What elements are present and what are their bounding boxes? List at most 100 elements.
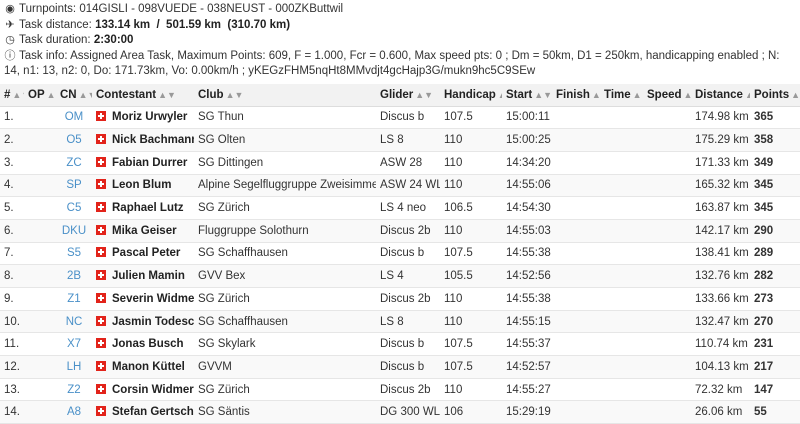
contestant-name-text[interactable]: Manon Küttel <box>112 361 185 373</box>
col-header-points[interactable]: Points▲▼ <box>750 84 800 107</box>
competition-number-link[interactable]: SP <box>56 174 92 197</box>
contestant-name[interactable]: Severin Widmer <box>92 288 194 311</box>
contestant-name[interactable]: Pascal Peter <box>92 242 194 265</box>
rank-cell: 10. <box>0 310 24 333</box>
contestant-name[interactable]: Nick Bachmann <box>92 129 194 152</box>
swiss-flag-icon <box>96 111 106 121</box>
start-time-cell: 14:55:15 <box>502 310 552 333</box>
rank-cell: 11. <box>0 333 24 356</box>
competition-number-link[interactable]: Z1 <box>56 288 92 311</box>
finish-time-cell <box>552 265 600 288</box>
table-row[interactable]: 4.SPLeon BlumAlpine Segelfluggruppe Zwei… <box>0 174 800 197</box>
finish-time-cell <box>552 106 600 129</box>
contestant-name-text[interactable]: Julien Mamin <box>112 270 185 282</box>
competition-number-link[interactable]: S5 <box>56 242 92 265</box>
glider-cell: Discus 2b <box>376 288 440 311</box>
table-row[interactable]: 5.C5Raphael LutzSG ZürichLS 4 neo106.514… <box>0 197 800 220</box>
contestant-name[interactable]: Moriz Urwyler <box>92 106 194 129</box>
op-cell <box>24 401 56 424</box>
table-row[interactable]: 12.LHManon KüttelGVVMDiscus b107.514:52:… <box>0 356 800 379</box>
col-header-handicap[interactable]: Handicap▲▼ <box>440 84 502 107</box>
op-cell <box>24 310 56 333</box>
contestant-name-text[interactable]: Leon Blum <box>112 179 171 191</box>
start-time-cell: 15:29:19 <box>502 401 552 424</box>
table-row[interactable]: 10.NCJasmin TodescoSG SchaffhausenLS 811… <box>0 310 800 333</box>
contestant-name-text[interactable]: Moriz Urwyler <box>112 111 187 123</box>
contestant-name[interactable]: Manon Küttel <box>92 356 194 379</box>
table-row[interactable]: 14.A8Stefan GertschSG SäntisDG 300 WL106… <box>0 401 800 424</box>
start-time-cell: 14:54:30 <box>502 197 552 220</box>
col-header-contestant[interactable]: Contestant▲▼ <box>92 84 194 107</box>
col-header-time[interactable]: Time▲▼ <box>600 84 643 107</box>
col-header-start[interactable]: Start▲▼ <box>502 84 552 107</box>
table-row[interactable]: 8.2BJulien MaminGVV BexLS 4105.514:52:56… <box>0 265 800 288</box>
swiss-flag-icon <box>96 225 106 235</box>
col-header-glider[interactable]: Glider▲▼ <box>376 84 440 107</box>
task-distance-line: ✈Task distance: 133.14 km / 501.59 km (3… <box>4 18 796 34</box>
table-row[interactable]: 2.O5Nick BachmannSG OltenLS 811015:00:25… <box>0 129 800 152</box>
col-header-rank[interactable]: #▲▼ <box>0 84 24 107</box>
contestant-name-text[interactable]: Pascal Peter <box>112 247 180 259</box>
distance-cell: 174.98 km <box>691 106 750 129</box>
col-header-finish[interactable]: Finish▲▼ <box>552 84 600 107</box>
contestant-name-text[interactable]: Nick Bachmann <box>112 134 194 146</box>
contestant-name-text[interactable]: Jonas Busch <box>112 338 184 350</box>
competition-number-link[interactable]: A8 <box>56 401 92 424</box>
competition-number-link[interactable]: O5 <box>56 129 92 152</box>
contestant-name-text[interactable]: Raphael Lutz <box>112 202 184 214</box>
time-cell <box>600 356 643 379</box>
speed-cell <box>643 265 691 288</box>
competition-number-link[interactable]: X7 <box>56 333 92 356</box>
rank-cell: 4. <box>0 174 24 197</box>
handicap-cell: 107.5 <box>440 333 502 356</box>
contestant-name[interactable]: Julien Mamin <box>92 265 194 288</box>
col-header-distance[interactable]: Distance▲▼ <box>691 84 750 107</box>
contestant-name[interactable]: Mika Geiser <box>92 219 194 242</box>
contestant-name-text[interactable]: Jasmin Todesco <box>112 316 194 328</box>
contestant-name[interactable]: Fabian Durrer <box>92 151 194 174</box>
competition-number-link[interactable]: 2B <box>56 265 92 288</box>
competition-number-link[interactable]: OM <box>56 106 92 129</box>
competition-number-link[interactable]: DKU <box>56 219 92 242</box>
contestant-name-text[interactable]: Severin Widmer <box>112 293 194 305</box>
competition-number-link[interactable]: Z2 <box>56 378 92 401</box>
contestant-name[interactable]: Jasmin Todesco <box>92 310 194 333</box>
competition-number-link[interactable]: ZC <box>56 151 92 174</box>
op-cell <box>24 242 56 265</box>
speed-cell <box>643 378 691 401</box>
contestant-name-text[interactable]: Mika Geiser <box>112 225 177 237</box>
contestant-name-text[interactable]: Stefan Gertsch <box>112 406 194 418</box>
points-cell: 345 <box>750 197 800 220</box>
competition-number-link[interactable]: C5 <box>56 197 92 220</box>
contestant-name[interactable]: Corsin Widmer <box>92 378 194 401</box>
club-cell: SG Dittingen <box>194 151 376 174</box>
col-header-cn[interactable]: CN▲▼ <box>56 84 92 107</box>
table-row[interactable]: 13.Z2Corsin WidmerSG ZürichDiscus 2b1101… <box>0 378 800 401</box>
contestant-name-text[interactable]: Corsin Widmer <box>112 384 194 396</box>
swiss-flag-icon <box>96 179 106 189</box>
contestant-name[interactable]: Stefan Gertsch <box>92 401 194 424</box>
contestant-name-text[interactable]: Fabian Durrer <box>112 157 187 169</box>
competition-number-link[interactable]: NC <box>56 310 92 333</box>
rank-cell: 14. <box>0 401 24 424</box>
table-row[interactable]: 11.X7Jonas BuschSG SkylarkDiscus b107.51… <box>0 333 800 356</box>
rank-cell: 13. <box>0 378 24 401</box>
table-row[interactable]: 7.S5Pascal PeterSG SchaffhausenDiscus b1… <box>0 242 800 265</box>
speed-cell <box>643 356 691 379</box>
contestant-name[interactable]: Leon Blum <box>92 174 194 197</box>
op-cell <box>24 197 56 220</box>
contestant-name[interactable]: Raphael Lutz <box>92 197 194 220</box>
speed-cell <box>643 310 691 333</box>
finish-time-cell <box>552 242 600 265</box>
col-header-op[interactable]: OP▲▼ <box>24 84 56 107</box>
task-info-label: Task info: <box>19 50 68 62</box>
table-row[interactable]: 3.ZCFabian DurrerSG DittingenASW 2811014… <box>0 151 800 174</box>
col-header-speed[interactable]: Speed▲▼ <box>643 84 691 107</box>
table-row[interactable]: 1.OMMoriz UrwylerSG ThunDiscus b107.515:… <box>0 106 800 129</box>
col-header-club[interactable]: Club▲▼ <box>194 84 376 107</box>
table-row[interactable]: 9.Z1Severin WidmerSG ZürichDiscus 2b1101… <box>0 288 800 311</box>
contestant-name[interactable]: Jonas Busch <box>92 333 194 356</box>
task-distance-value: 133.14 km / 501.59 km (310.70 km) <box>95 19 290 31</box>
competition-number-link[interactable]: LH <box>56 356 92 379</box>
table-row[interactable]: 6.DKUMika GeiserFluggruppe SolothurnDisc… <box>0 219 800 242</box>
